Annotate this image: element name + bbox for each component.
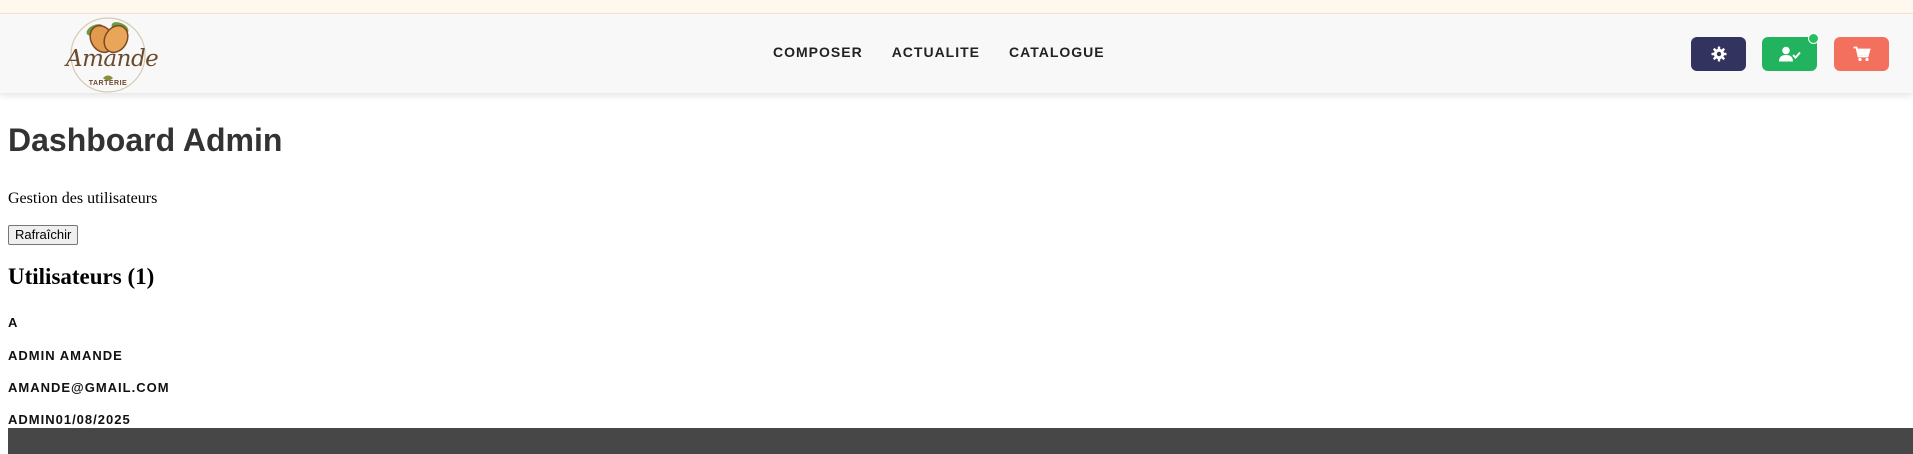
nav-link-composer[interactable]: COMPOSER [773, 44, 863, 60]
navbar: Amande TARTERIE COMPOSER ACTUALITE CATAL… [0, 14, 1913, 93]
user-avatar-initial: A [8, 315, 19, 330]
brand-name: Amande [66, 46, 159, 72]
nav-link-actualite[interactable]: ACTUALITE [892, 44, 980, 60]
page-subtitle: Gestion des utilisateurs [8, 190, 158, 207]
user-check-icon [1778, 46, 1801, 62]
settings-button[interactable] [1691, 37, 1746, 71]
refresh-button[interactable]: Rafraîchir [8, 225, 79, 245]
brand-logo[interactable]: Amande TARTERIE [62, 14, 159, 93]
cart-button[interactable] [1834, 37, 1889, 71]
nav-link-catalogue[interactable]: CATALOGUE [1009, 44, 1105, 60]
user-role-date: ADMIN01/08/2025 [8, 412, 131, 427]
main-content: Dashboard Admin Gestion des utilisateurs… [8, 117, 1905, 427]
online-status-dot [1808, 33, 1819, 44]
main-nav: COMPOSER ACTUALITE CATALOGUE [773, 44, 1105, 60]
page-title: Dashboard Admin [8, 122, 283, 158]
footer-bar [8, 428, 1913, 454]
top-banner-strip [0, 0, 1913, 14]
brand-tagline: TARTERIE [88, 80, 128, 87]
cart-icon [1853, 46, 1871, 62]
user-name: ADMIN AMANDE [8, 348, 123, 363]
user-email: AMANDE@GMAIL.COM [8, 380, 170, 395]
gear-icon [1711, 46, 1726, 62]
account-button[interactable] [1762, 33, 1819, 71]
users-heading: Utilisateurs (1) [8, 264, 155, 289]
